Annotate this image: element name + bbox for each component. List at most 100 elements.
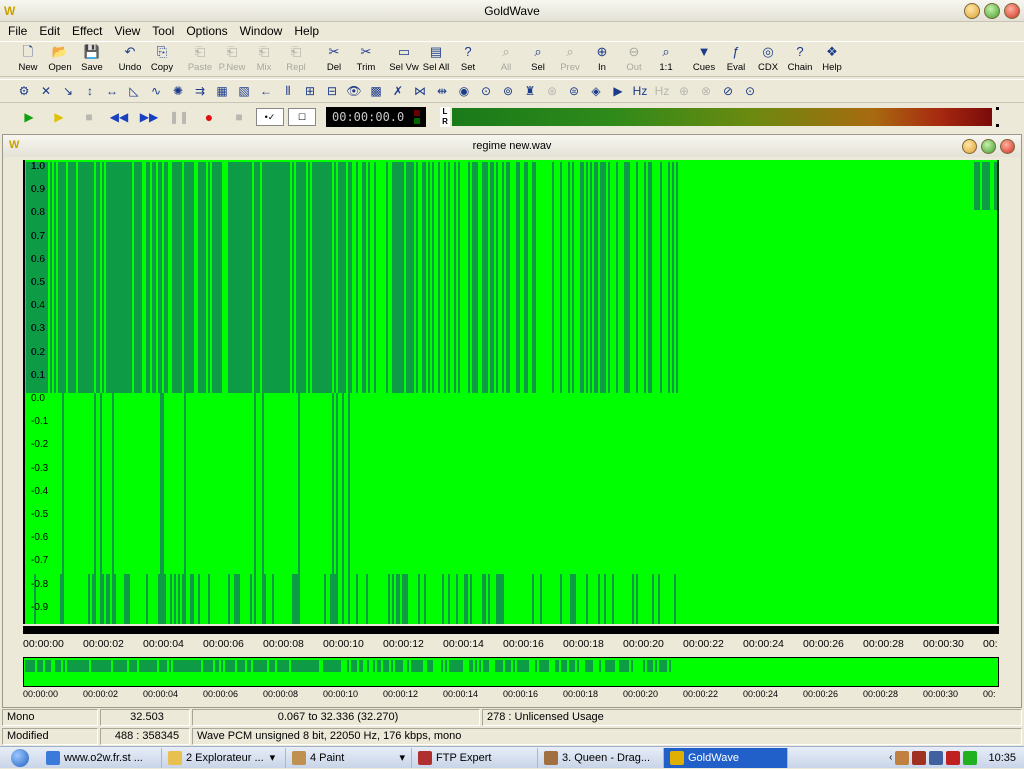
toolbar-in-button[interactable]: ⊕ In <box>586 42 618 76</box>
tray-expand-icon[interactable]: ‹ <box>889 752 892 763</box>
waveform-view[interactable]: 1.0 0.9 0.8 0.7 0.6 0.5 0.4 0.3 0.2 0.1 0.0 -0.1 -0.… <box>23 160 999 624</box>
toolbar-undo-button[interactable]: ↶ Undo <box>114 42 146 76</box>
effect-tool-icon[interactable]: ✕ <box>36 81 56 101</box>
effect-tool-icon[interactable]: ↕ <box>80 81 100 101</box>
meter-grip[interactable] <box>996 107 1002 127</box>
menu-view[interactable]: View <box>109 24 147 38</box>
effect-tool-icon[interactable]: ⫴ <box>278 81 298 101</box>
toolbar-open-button[interactable]: 📂 Open <box>44 42 76 76</box>
menu-help[interactable]: Help <box>288 24 325 38</box>
toolbar-del-button[interactable]: ✂ Del <box>318 42 350 76</box>
start-button[interactable] <box>0 747 40 769</box>
tray-app-icon[interactable] <box>912 750 927 765</box>
task-paint[interactable]: 4 Paint ▾ <box>286 747 412 768</box>
effect-tool-icon[interactable]: ⊕ <box>674 81 694 101</box>
toolbar-cues-button[interactable]: ▼ Cues <box>688 42 720 76</box>
task-goldwave[interactable]: GoldWave <box>664 747 788 768</box>
effect-tool-icon[interactable]: ⊜ <box>564 81 584 101</box>
effect-tool-icon[interactable]: ↘ <box>58 81 78 101</box>
selection-bar[interactable] <box>23 626 999 634</box>
effect-tool-icon[interactable]: ⇉ <box>190 81 210 101</box>
effect-tool-icon[interactable]: ▦ <box>212 81 232 101</box>
effect-tool-icon[interactable]: ⊙ <box>740 81 760 101</box>
play-icon[interactable]: ▶ <box>14 107 44 127</box>
document-maximize-button[interactable] <box>981 139 996 154</box>
effect-tool-icon[interactable]: ↔ <box>102 81 122 101</box>
toolbar-p-new-button[interactable]: ⎗ P.New <box>216 42 248 76</box>
stop-record-icon[interactable]: ■ <box>224 107 254 127</box>
task-media[interactable]: 3. Queen - Drag... <box>538 747 664 768</box>
stop-icon[interactable]: ■ <box>74 107 104 127</box>
effect-tool-icon[interactable]: Hz <box>652 81 672 101</box>
effect-tool-icon[interactable]: ⊙ <box>476 81 496 101</box>
overview-waveform[interactable] <box>23 657 999 687</box>
effect-tool-icon[interactable]: ⊛ <box>542 81 562 101</box>
tray-play-icon[interactable] <box>963 750 978 765</box>
toolbar-set-button[interactable]: ? Set <box>452 42 484 76</box>
effect-tool-icon[interactable]: Hz <box>630 81 650 101</box>
effect-tool-icon[interactable]: ⋈ <box>410 81 430 101</box>
toolbar-help-button[interactable]: ❖ Help <box>816 42 848 76</box>
effect-tool-icon[interactable]: 👁 <box>344 81 364 101</box>
minimize-button[interactable] <box>964 3 980 19</box>
effect-tool-icon[interactable]: ⊗ <box>696 81 716 101</box>
effect-tool-icon[interactable]: ⊚ <box>498 81 518 101</box>
menu-options[interactable]: Options <box>180 24 233 38</box>
toolbar-copy-button[interactable]: ⎘ Copy <box>146 42 178 76</box>
effect-tool-icon[interactable]: ⊟ <box>322 81 342 101</box>
toolbar-sel-all-button[interactable]: ▤ Sel All <box>420 42 452 76</box>
toolbar-eval-button[interactable]: ƒ Eval <box>720 42 752 76</box>
toolbar-chain-button[interactable]: ? Chain <box>784 42 816 76</box>
toolbar-new-button[interactable]: 🗋 New <box>12 42 44 76</box>
close-button[interactable] <box>1004 3 1020 19</box>
effect-tool-icon[interactable]: ▩ <box>366 81 386 101</box>
toolbar-mix-button[interactable]: ⎗ Mix <box>248 42 280 76</box>
toolbar-sel-vw-button[interactable]: ▭ Sel Vw <box>388 42 420 76</box>
rewind-icon[interactable]: ◀◀ <box>104 107 134 127</box>
menu-tool[interactable]: Tool <box>146 24 180 38</box>
effect-tool-icon[interactable]: ✺ <box>168 81 188 101</box>
record-mode-toggle[interactable]: •✓ <box>256 108 284 126</box>
effect-tool-icon[interactable]: ⇹ <box>432 81 452 101</box>
task-ftp[interactable]: FTP Expert <box>412 747 538 768</box>
maximize-button[interactable] <box>984 3 1000 19</box>
effect-tool-icon[interactable]: ← <box>256 81 276 101</box>
menu-effect[interactable]: Effect <box>66 24 108 38</box>
effect-tool-icon[interactable]: ∿ <box>146 81 166 101</box>
toolbar-out-button[interactable]: ⊖ Out <box>618 42 650 76</box>
effect-tool-icon[interactable]: ◈ <box>586 81 606 101</box>
toolbar-all-button[interactable]: ⌕ All <box>490 42 522 76</box>
toolbar-prev-button[interactable]: ⌕ Prev <box>554 42 586 76</box>
tray-app-icon[interactable] <box>946 750 961 765</box>
effect-tool-icon[interactable]: ⊘ <box>718 81 738 101</box>
toolbar-paste-button[interactable]: ⎗ Paste <box>184 42 216 76</box>
effect-tool-icon[interactable]: ◉ <box>454 81 474 101</box>
toolbar-trim-button[interactable]: ✂ Trim <box>350 42 382 76</box>
tray-network-icon[interactable] <box>929 750 944 765</box>
tray-app-icon[interactable] <box>895 750 910 765</box>
toolbar-save-button[interactable]: 💾 Save <box>76 42 108 76</box>
menu-window[interactable]: Window <box>234 24 289 38</box>
effect-tool-icon[interactable]: ♜ <box>520 81 540 101</box>
record-icon[interactable]: ● <box>194 107 224 127</box>
task-explorer[interactable]: 2 Explorateur ... ▾ <box>162 747 286 768</box>
effect-tool-icon[interactable]: ✗ <box>388 81 408 101</box>
effect-tool-icon[interactable]: ◺ <box>124 81 144 101</box>
pause-icon[interactable]: ❚❚ <box>164 107 194 127</box>
effect-tool-icon[interactable]: ⊞ <box>300 81 320 101</box>
document-close-button[interactable] <box>1000 139 1015 154</box>
toolbar-repl-button[interactable]: ⎗ Repl <box>280 42 312 76</box>
toolbar-cdx-button[interactable]: ◎ CDX <box>752 42 784 76</box>
record-option-toggle[interactable]: ☐ <box>288 108 316 126</box>
fast-forward-icon[interactable]: ▶▶ <box>134 107 164 127</box>
task-browser[interactable]: www.o2w.fr.st ... <box>40 747 162 768</box>
effect-tool-icon[interactable]: ▶ <box>608 81 628 101</box>
effect-tool-icon[interactable]: ▧ <box>234 81 254 101</box>
effect-tool-icon[interactable]: ⚙ <box>14 81 34 101</box>
toolbar-1-1-button[interactable]: ⌕ 1:1 <box>650 42 682 76</box>
toolbar-sel-button[interactable]: ⌕ Sel <box>522 42 554 76</box>
menu-file[interactable]: File <box>2 24 33 38</box>
document-minimize-button[interactable] <box>962 139 977 154</box>
menu-edit[interactable]: Edit <box>33 24 66 38</box>
play-selection-icon[interactable]: ▶ <box>44 107 74 127</box>
